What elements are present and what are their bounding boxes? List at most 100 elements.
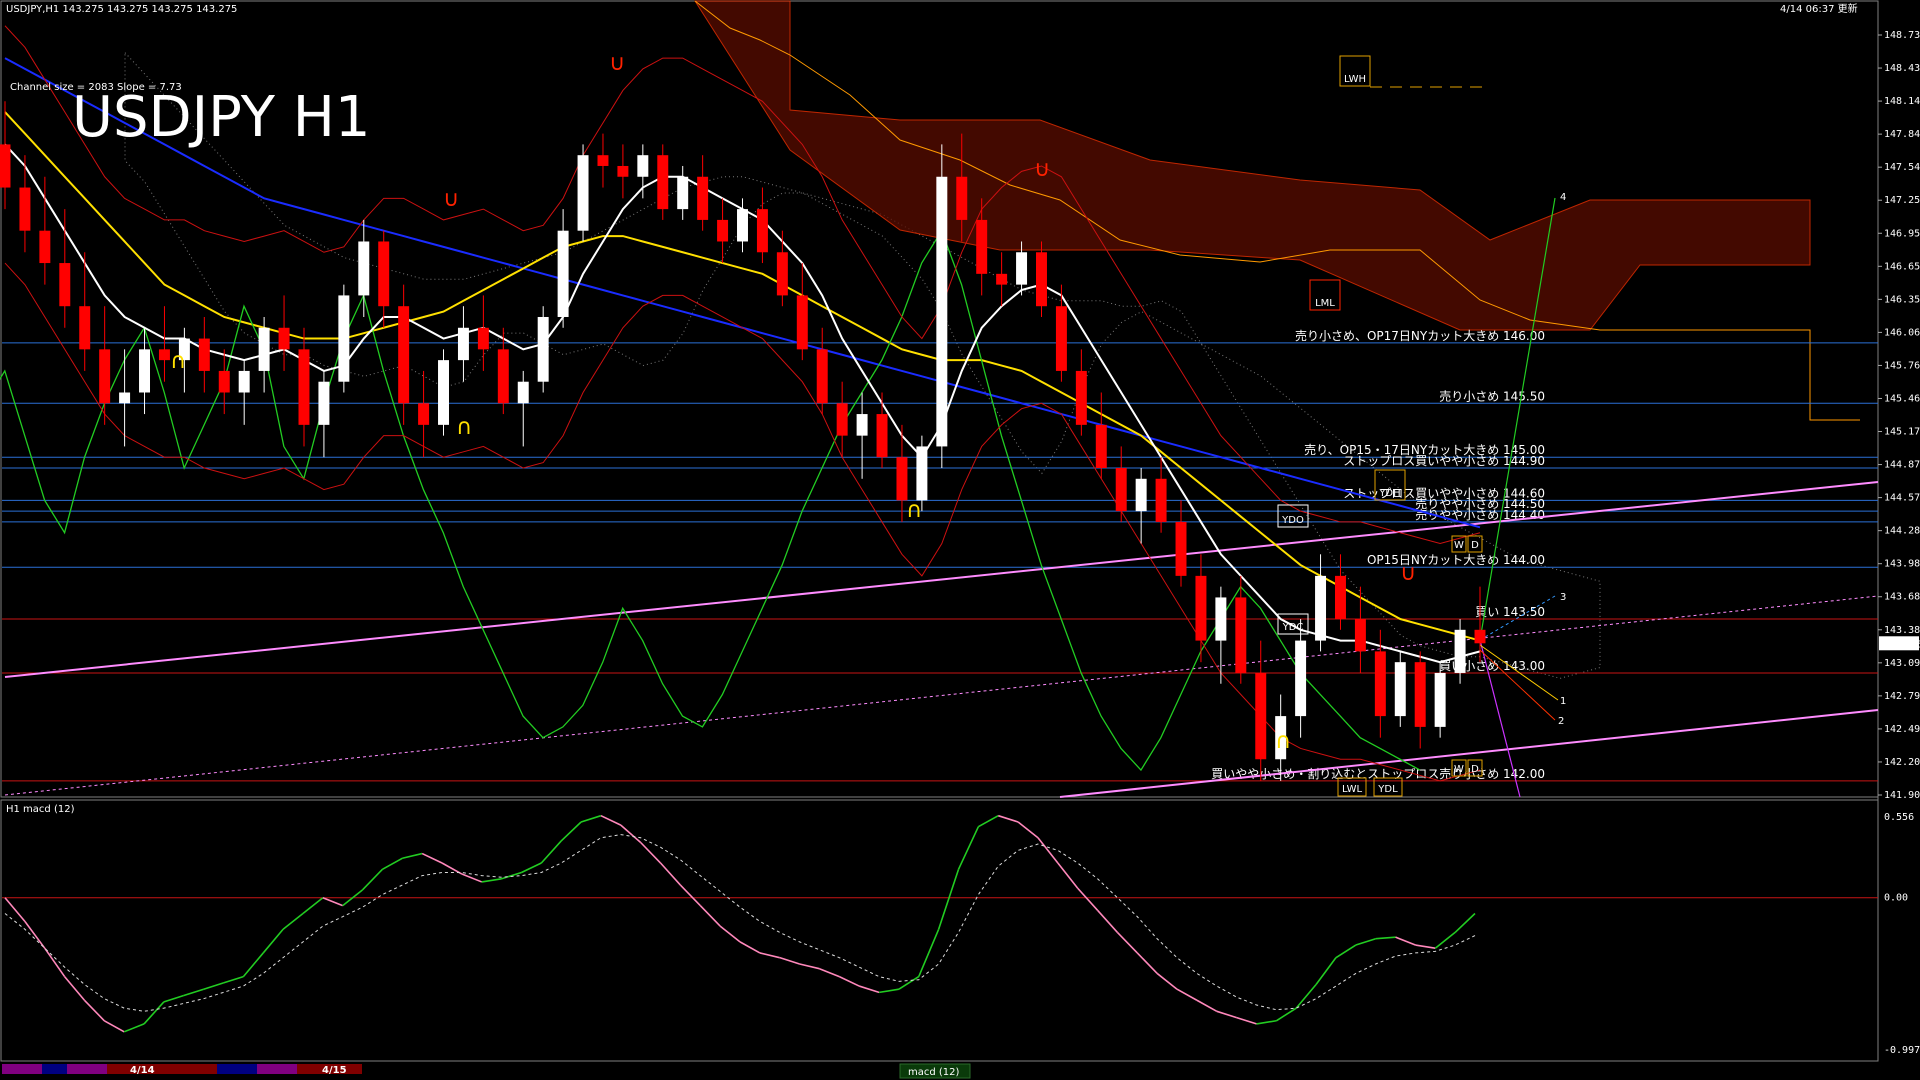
candle-body (198, 338, 210, 371)
level-box-label: LWH (1344, 74, 1366, 85)
candle-body (139, 349, 151, 393)
price-tick-label: 143.385 (1884, 625, 1920, 636)
candle-body (1474, 629, 1486, 644)
macd-segment (1335, 944, 1357, 959)
candle-body (378, 241, 390, 307)
price-tick-label: 144.870 (1884, 460, 1920, 471)
price-tick-label: 145.760 (1884, 360, 1920, 371)
price-tick-label: 142.495 (1884, 724, 1920, 735)
projection-label: 1 (1560, 696, 1566, 707)
candle-body (318, 381, 330, 425)
macd-tick-label: -0.997 (1884, 1045, 1920, 1056)
price-tick-label: 142.790 (1884, 691, 1920, 702)
candle-body (677, 176, 689, 210)
candle-body (936, 176, 948, 447)
candle-body (0, 144, 11, 188)
macd-pane (2, 814, 1878, 1033)
macd-segment (302, 897, 324, 915)
macd-segment (937, 869, 960, 930)
macd-segment (123, 1023, 145, 1033)
macd-segment (1096, 909, 1119, 933)
macd-segment (322, 896, 343, 907)
macd-segment (1116, 931, 1138, 954)
macd-segment (203, 982, 224, 990)
candle-body (836, 403, 848, 436)
macd-segment (998, 814, 1019, 823)
candle-body (1075, 370, 1087, 425)
macd-segment (262, 928, 284, 954)
macd-segment (1037, 837, 1059, 864)
candle-body (59, 263, 71, 307)
macd-segment (1256, 1019, 1277, 1025)
channel-mid-line (4, 595, 1879, 796)
macd-segment (799, 963, 820, 970)
macd-segment (1454, 912, 1476, 934)
candle-body (816, 349, 828, 404)
macd-segment (223, 975, 244, 984)
candle-body (119, 392, 131, 404)
level-label: ストップロス買いやや小さめ 144.90 (1343, 454, 1545, 468)
candle-body (1175, 521, 1187, 576)
price-tick-label: 147.845 (1884, 129, 1920, 140)
candle-body (1315, 575, 1327, 641)
price-tick-label: 143.685 (1884, 592, 1920, 603)
level-box-label: D (1471, 540, 1479, 551)
price-tick-label: 145.465 (1884, 393, 1920, 404)
candle-body (996, 273, 1008, 285)
price-tick-label: 141.900 (1884, 790, 1920, 801)
candle-body (776, 252, 788, 296)
candle-body (438, 360, 449, 425)
price-axis: 148.735 148.435 148.140 147.845 147.545 147.2… (1878, 30, 1920, 801)
macd-segment (580, 814, 602, 823)
macd-segment (957, 826, 980, 870)
macd-segment (461, 873, 483, 883)
macd-segment (739, 941, 761, 954)
macd-segment (63, 976, 86, 1001)
signal-marker: ∪ (1034, 157, 1050, 182)
candle-body (976, 219, 988, 274)
chart-title: USDJPY H1 (72, 85, 370, 150)
signal-marker: ∩ (906, 498, 922, 523)
macd-segment (620, 824, 642, 844)
price-tick-label: 147.250 (1884, 195, 1920, 206)
price-tick-label: 145.170 (1884, 427, 1920, 438)
candle-body (856, 414, 868, 436)
candle-body (1334, 575, 1346, 620)
candle-body (1055, 306, 1067, 371)
candle-body (1454, 629, 1466, 673)
candle-body (597, 155, 609, 166)
macd-segment (1156, 972, 1178, 990)
projection-label: 4 (1560, 192, 1566, 203)
macd-segment (183, 988, 204, 997)
macd-segment (699, 905, 721, 927)
bottom-tab-label: macd (12) (908, 1067, 960, 1078)
macd-segment (1395, 936, 1416, 946)
macd-segment (1315, 957, 1337, 985)
macd-segment (659, 862, 682, 886)
macd-segment (858, 985, 880, 994)
level-label: 売り小さめ、OP17日NYカット大きめ 146.00 (1295, 328, 1545, 343)
candle-body (796, 295, 808, 350)
candle-body (1195, 575, 1207, 641)
candle-body (717, 219, 729, 242)
candle-body (497, 349, 509, 404)
level-label: 買いやや小さめ・割り込むとストップロス売り小さめ 142.00 (1211, 766, 1545, 781)
macd-segment (242, 952, 264, 978)
candle-body (418, 403, 430, 425)
price-tick-label: 148.435 (1884, 63, 1920, 74)
signal-marker: ∪ (443, 187, 459, 212)
price-tick-label: 146.355 (1884, 294, 1920, 305)
price-tick-label: 146.655 (1884, 261, 1920, 272)
candle-body (1095, 424, 1107, 469)
timeline-segment (257, 1064, 297, 1074)
macd-tick-label: 0.556 (1884, 812, 1914, 823)
candle-body (1295, 640, 1307, 717)
macd-segment (83, 999, 105, 1022)
candle-body (657, 155, 669, 210)
macd-segment (1196, 999, 1218, 1012)
macd-segment (481, 877, 502, 883)
signal-marker: ∪ (1400, 561, 1416, 586)
macd-segment (759, 952, 780, 959)
candle-body (1036, 252, 1047, 307)
macd-segment (1176, 988, 1198, 1001)
